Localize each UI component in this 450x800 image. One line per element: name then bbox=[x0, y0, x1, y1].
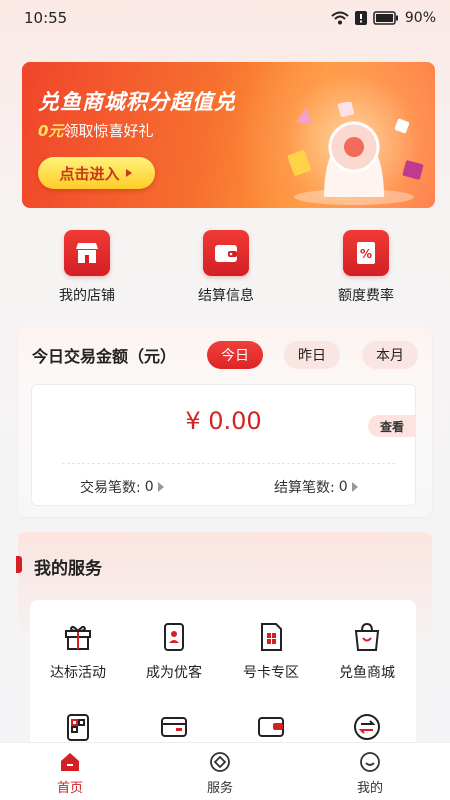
chevron-right-icon bbox=[351, 482, 358, 492]
nav-services-label: 服务 bbox=[206, 781, 233, 796]
user-card-icon bbox=[164, 623, 184, 651]
wallet-icon-tile bbox=[203, 230, 249, 276]
settle-count-link[interactable]: 结算笔数: 0 bbox=[274, 477, 358, 497]
status-bar: 10:55 90% bbox=[0, 0, 450, 36]
tab-today[interactable]: 今日 bbox=[207, 341, 263, 369]
banner-title: 兑鱼商城积分超值兑 bbox=[38, 90, 236, 114]
play-arrow-icon bbox=[125, 169, 132, 177]
view-button[interactable]: 查看 bbox=[368, 415, 416, 437]
status-time: 10:55 bbox=[24, 9, 68, 27]
banner-enter-button[interactable]: 点击进入 bbox=[38, 157, 155, 189]
divider bbox=[62, 463, 395, 464]
quick-action-label: 额度费率 bbox=[338, 288, 394, 304]
transaction-amount: ¥ 0.00 bbox=[185, 407, 262, 435]
quick-actions: 我的店铺 结算信息 % 额度费率 bbox=[0, 230, 450, 310]
tab-this-month[interactable]: 本月 bbox=[362, 341, 418, 369]
mascot-illustration bbox=[287, 102, 424, 205]
shopping-bag-icon bbox=[354, 622, 380, 651]
store-icon bbox=[76, 243, 98, 263]
services-card: 我的服务 达标活动 成为优客 号卡专区 兑鱼商城 bbox=[16, 532, 432, 780]
settle-count-label: 结算笔数: bbox=[274, 480, 335, 496]
wallet-icon bbox=[258, 717, 284, 737]
nav-home-label: 首页 bbox=[56, 781, 83, 796]
home-icon bbox=[61, 753, 79, 771]
promo-banner[interactable]: 兑鱼商城积分超值兑 0元领取惊喜好礼 点击进入 bbox=[22, 62, 435, 208]
service-icon bbox=[210, 752, 230, 772]
rate-icon-tile: % bbox=[343, 230, 389, 276]
nav-services[interactable]: 服务 bbox=[170, 751, 270, 796]
service-item-sim-card[interactable]: 号卡专区 bbox=[223, 622, 319, 682]
quick-action-settlement[interactable]: 结算信息 bbox=[176, 230, 276, 305]
battery-icon bbox=[373, 11, 398, 25]
card-icon bbox=[161, 717, 187, 737]
nav-profile[interactable]: 我的 bbox=[320, 751, 420, 796]
quick-action-rate[interactable]: % 额度费率 bbox=[316, 230, 416, 305]
service-item-wallet[interactable] bbox=[223, 712, 319, 742]
quick-action-store[interactable]: 我的店铺 bbox=[37, 230, 137, 305]
banner-button-label: 点击进入 bbox=[59, 164, 120, 183]
transaction-summary: ¥ 0.00 查看 交易笔数: 0 结算笔数: 0 bbox=[31, 384, 416, 506]
service-item-card[interactable] bbox=[126, 712, 222, 742]
battery-percent: 90% bbox=[404, 10, 436, 26]
wifi-icon bbox=[331, 11, 349, 25]
bottom-navigation: 首页 服务 我的 bbox=[0, 742, 450, 800]
services-title: 我的服务 bbox=[34, 559, 102, 579]
service-label: 达标活动 bbox=[50, 665, 106, 681]
settle-count-value: 0 bbox=[338, 479, 348, 495]
nav-home[interactable]: 首页 bbox=[20, 751, 120, 796]
banner-subtitle: 0元领取惊喜好礼 bbox=[38, 120, 153, 141]
wallet-icon bbox=[215, 245, 237, 262]
banner-subtitle-rest: 领取惊喜好礼 bbox=[63, 122, 154, 140]
quick-action-label: 结算信息 bbox=[198, 288, 254, 304]
trade-count-link[interactable]: 交易笔数: 0 bbox=[80, 477, 164, 497]
quick-action-label: 我的店铺 bbox=[59, 288, 115, 304]
sim-card-icon bbox=[261, 623, 282, 651]
banner-subtitle-highlight: 0元 bbox=[38, 122, 64, 140]
profile-icon bbox=[360, 752, 380, 772]
service-item-activity[interactable]: 达标活动 bbox=[30, 622, 126, 682]
service-item-become-vip[interactable]: 成为优客 bbox=[126, 622, 222, 682]
service-item-mall[interactable]: 兑鱼商城 bbox=[319, 622, 415, 682]
section-marker bbox=[16, 556, 22, 573]
transaction-title: 今日交易金额（元） bbox=[32, 347, 177, 366]
alert-icon bbox=[354, 11, 367, 25]
transaction-card: 今日交易金额（元） 今日 昨日 本月 ¥ 0.00 查看 交易笔数: 0 结算笔… bbox=[18, 326, 432, 517]
store-icon-tile bbox=[64, 230, 110, 276]
trade-count-label: 交易笔数: bbox=[80, 480, 141, 496]
gift-icon bbox=[65, 625, 91, 650]
trade-count-value: 0 bbox=[144, 479, 154, 495]
service-label: 兑鱼商城 bbox=[339, 665, 395, 681]
service-label: 号卡专区 bbox=[243, 665, 299, 681]
service-item-qr[interactable] bbox=[30, 712, 126, 742]
service-item-exchange[interactable] bbox=[319, 712, 415, 742]
svg-text:%: % bbox=[360, 247, 372, 261]
tab-yesterday[interactable]: 昨日 bbox=[284, 341, 340, 369]
exchange-icon bbox=[354, 714, 380, 740]
chevron-right-icon bbox=[157, 482, 164, 492]
service-label: 成为优客 bbox=[146, 665, 202, 681]
status-icons: 90% bbox=[331, 10, 436, 26]
qr-code-icon bbox=[67, 714, 89, 741]
rate-icon: % bbox=[357, 242, 375, 264]
nav-profile-label: 我的 bbox=[356, 781, 383, 796]
